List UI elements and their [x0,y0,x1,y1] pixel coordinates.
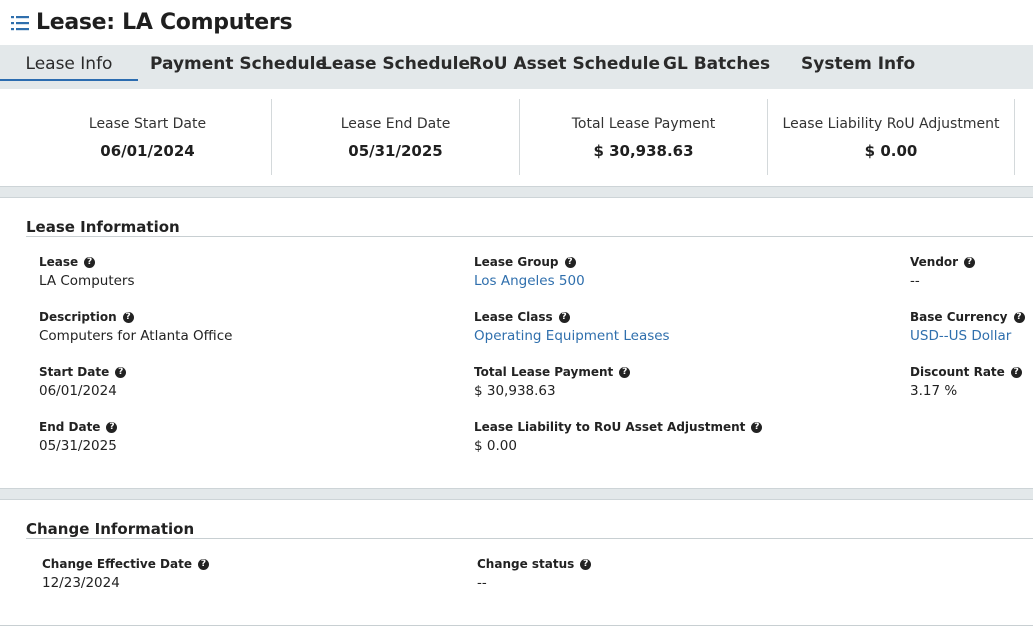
field-value: -- [477,575,487,591]
field-label: Lease Liability to RoU Asset Adjustment [474,420,746,434]
field-value: LA Computers [39,273,135,289]
section-title-lease-information: Lease Information [26,218,180,236]
field-value: 3.17 % [910,383,958,399]
field-change-effective-date: Change Effective Date? 12/23/2024 [42,557,209,591]
field-label: Description [39,310,117,324]
section-separator [0,488,1033,500]
field-liability-adjustment: Lease Liability to RoU Asset Adjustment?… [474,420,763,454]
list-icon[interactable] [10,14,30,32]
field-value: Computers for Atlanta Office [39,328,233,344]
field-value: 12/23/2024 [42,575,120,591]
section-title-change-information: Change Information [26,520,195,538]
help-icon[interactable]: ? [115,366,127,378]
field-vendor: Vendor? -- [910,255,976,289]
field-label: Vendor [910,255,959,269]
field-label: Change Effective Date [42,557,192,571]
field-total-lease-payment: Total Lease Payment? $ 30,938.63 [474,365,631,399]
tab-lease-schedule[interactable]: Lease Schedule [321,45,470,79]
metric-liability-rou-adjustment: Lease Liability RoU Adjustment $ 0.00 [768,99,1014,175]
metric-value: 06/01/2024 [100,142,195,160]
field-discount-rate: Discount Rate? 3.17 % [910,365,1022,399]
tab-lease-info[interactable]: Lease Info [0,45,138,81]
tab-bar: Lease Info Payment Schedule Lease Schedu… [0,45,1033,90]
help-icon[interactable]: ? [964,256,976,268]
help-icon[interactable]: ? [1010,366,1022,378]
section-separator [0,186,1033,198]
tab-payment-schedule[interactable]: Payment Schedule [150,45,327,79]
help-icon[interactable]: ? [84,256,96,268]
metric-value: 05/31/2025 [348,142,443,160]
help-icon[interactable]: ? [106,421,118,433]
field-lease-class: Lease Class? Operating Equipment Leases [474,310,670,344]
help-icon[interactable]: ? [619,366,631,378]
field-label: Lease Class [474,310,553,324]
help-icon[interactable]: ? [198,558,209,570]
field-change-status: Change status? -- [477,557,592,591]
help-icon[interactable]: ? [751,421,763,433]
metric-lease-end-date: Lease End Date 05/31/2025 [272,99,519,175]
field-value: $ 30,938.63 [474,383,556,399]
tab-gl-batches[interactable]: GL Batches [663,45,770,79]
metric-value: $ 0.00 [864,142,918,160]
metric-lease-start-date: Lease Start Date 06/01/2024 [24,99,271,175]
help-icon[interactable]: ? [564,256,576,268]
metric-label: Lease Start Date [88,116,207,132]
tab-system-info[interactable]: System Info [801,45,915,79]
field-lease: Lease? LA Computers [39,255,135,289]
field-start-date: Start Date? 06/01/2024 [39,365,127,399]
bottom-divider [0,625,1033,626]
field-label: Lease Group [474,255,559,269]
section-divider [26,236,1033,237]
help-icon[interactable]: ? [580,558,592,570]
field-label: Total Lease Payment [474,365,614,379]
field-label: Base Currency [910,310,1008,324]
field-end-date: End Date? 05/31/2025 [39,420,118,454]
field-value: 06/01/2024 [39,383,117,399]
field-label: End Date [39,420,101,434]
metric-label: Total Lease Payment [571,116,716,132]
page-header: Lease: LA Computers [0,0,1033,45]
lease-class-link[interactable]: Operating Equipment Leases [474,328,670,344]
base-currency-link[interactable]: USD--US Dollar [910,328,1025,344]
metric-label: Lease End Date [340,116,451,132]
summary-panel: Lease Start Date 06/01/2024 Lease End Da… [0,89,1033,186]
field-label: Lease [39,255,79,269]
divider [1014,99,1015,175]
page-title: Lease: LA Computers [36,10,293,35]
field-value: 05/31/2025 [39,438,117,454]
help-icon[interactable]: ? [558,311,570,323]
field-value: $ 0.00 [474,438,517,454]
lease-group-link[interactable]: Los Angeles 500 [474,273,585,289]
help-icon[interactable]: ? [122,311,134,323]
field-value: -- [910,273,920,289]
metric-value: $ 30,938.63 [593,142,694,160]
tab-rou-asset-schedule[interactable]: RoU Asset Schedule [469,45,660,79]
field-lease-group: Lease Group? Los Angeles 500 [474,255,585,289]
field-label: Change status [477,557,575,571]
field-base-currency: Base Currency? USD--US Dollar [910,310,1025,344]
section-divider [26,538,1033,539]
metric-label: Lease Liability RoU Adjustment [782,116,1000,132]
help-icon[interactable]: ? [1013,311,1025,323]
field-label: Start Date [39,365,110,379]
field-label: Discount Rate [910,365,1005,379]
metric-total-lease-payment: Total Lease Payment $ 30,938.63 [520,99,767,175]
field-description: Description? Computers for Atlanta Offic… [39,310,232,344]
